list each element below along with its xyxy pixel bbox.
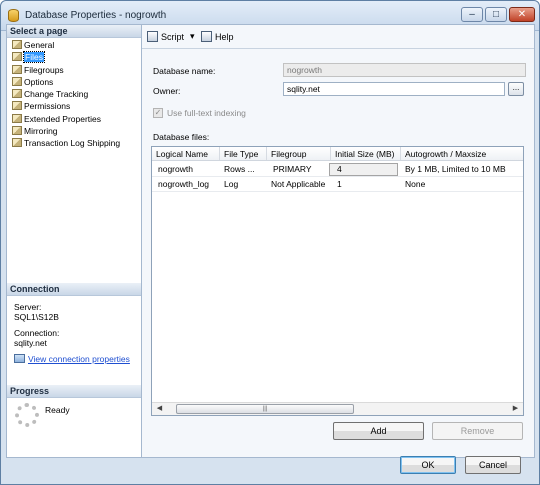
scroll-right-icon[interactable]: ▶ (509, 403, 522, 415)
help-button[interactable]: Help (201, 31, 234, 42)
cell-file-type[interactable]: Log (220, 177, 267, 191)
column-autogrowth[interactable]: Autogrowth / Maxsize (401, 147, 523, 160)
cell-autogrowth[interactable]: By 1 MB, Limited to 10 MB (401, 162, 523, 176)
page-item-general[interactable]: General (7, 39, 141, 51)
page-item-change-tracking[interactable]: Change Tracking (7, 88, 141, 100)
toolbar: Script ▾ Help (142, 25, 534, 49)
database-icon (8, 9, 19, 22)
server-value: SQL1\S12B (14, 312, 59, 322)
page-item-transaction-log-shipping[interactable]: Transaction Log Shipping (7, 137, 141, 149)
page-list: General Files Filegroups Options Change … (7, 38, 141, 150)
cell-autogrowth[interactable]: None (401, 177, 523, 191)
script-button[interactable]: Script (147, 31, 184, 42)
page-icon (12, 89, 22, 99)
remove-button[interactable]: Remove (432, 422, 523, 440)
cell-initial-size[interactable]: 4 (333, 162, 393, 176)
page-icon (12, 64, 22, 74)
page-label: Permissions (24, 101, 71, 112)
database-files-label: Database files: (153, 132, 210, 142)
help-icon (201, 31, 212, 42)
page-label: Transaction Log Shipping (24, 138, 121, 149)
page-icon (12, 52, 22, 62)
connection-header: Connection (7, 283, 141, 296)
browse-owner-button[interactable]: ... (508, 82, 524, 96)
page-label: Options (24, 76, 54, 87)
page-item-filegroups[interactable]: Filegroups (7, 64, 141, 76)
server-label: Server: (14, 302, 42, 312)
page-item-files[interactable]: Files (7, 51, 141, 64)
page-label: Change Tracking (24, 89, 89, 100)
page-icon (12, 76, 22, 86)
page-icon (12, 113, 22, 123)
progress-status: Ready (45, 405, 70, 415)
cell-filegroup[interactable]: Not Applicable (267, 177, 331, 191)
maximize-button[interactable]: □ (485, 7, 507, 22)
window-title: Database Properties - nogrowth (25, 10, 167, 21)
grid-header: Logical Name File Type Filegroup Initial… (152, 147, 523, 161)
database-properties-window: Database Properties - nogrowth ‒ □ ✕ Sel… (0, 0, 540, 485)
close-button[interactable]: ✕ (509, 7, 535, 22)
cell-initial-size[interactable]: 1 (333, 177, 393, 191)
connection-properties-icon (14, 354, 25, 363)
page-label: Files (23, 51, 45, 64)
cell-filegroup[interactable]: PRIMARY (269, 162, 331, 176)
script-dropdown-icon[interactable]: ▾ (190, 31, 195, 42)
scroll-left-icon[interactable]: ◀ (153, 403, 166, 415)
database-name-label: Database name: (153, 66, 216, 76)
column-file-type[interactable]: File Type (220, 147, 267, 160)
page-icon (12, 101, 22, 111)
minimize-button[interactable]: ‒ (461, 7, 483, 22)
cell-logical-name[interactable]: nogrowth_log (154, 177, 220, 191)
connection-label: Connection: (14, 328, 60, 338)
column-initial-size[interactable]: Initial Size (MB) (331, 147, 401, 160)
page-icon (12, 138, 22, 148)
view-connection-properties-link[interactable]: View connection properties (28, 354, 130, 364)
page-item-options[interactable]: Options (7, 76, 141, 88)
column-filegroup[interactable]: Filegroup (267, 147, 331, 160)
page-label: Mirroring (24, 126, 58, 137)
cancel-button[interactable]: Cancel (465, 456, 521, 474)
database-name-field: nogrowth (283, 63, 526, 77)
page-item-permissions[interactable]: Permissions (7, 100, 141, 112)
connection-value: sqlity.net (14, 338, 47, 348)
horizontal-scrollbar[interactable]: ◀ ||| ▶ (152, 402, 523, 415)
fulltext-checkbox: ✓ (153, 108, 163, 118)
owner-label: Owner: (153, 86, 181, 96)
page-icon (12, 126, 22, 136)
ok-button[interactable]: OK (400, 456, 456, 474)
table-row[interactable]: nogrowth Rows ... PRIMARY 4 By 1 MB, Lim… (152, 162, 523, 177)
add-button[interactable]: Add (333, 422, 424, 440)
progress-spinner-icon (15, 403, 39, 427)
script-icon (147, 31, 158, 42)
page-item-extended-properties[interactable]: Extended Properties (7, 113, 141, 125)
scrollbar-thumb[interactable]: ||| (176, 404, 354, 414)
page-item-mirroring[interactable]: Mirroring (7, 125, 141, 137)
page-icon (12, 40, 22, 49)
connection-section: Connection Server: SQL1\S12B Connection:… (7, 283, 141, 364)
progress-header: Progress (7, 385, 141, 398)
owner-field[interactable]: sqlity.net (283, 82, 505, 96)
database-files-grid[interactable]: Logical Name File Type Filegroup Initial… (151, 146, 524, 416)
view-connection-properties[interactable]: View connection properties (14, 354, 134, 364)
help-label: Help (215, 32, 234, 42)
table-row[interactable]: nogrowth_log Log Not Applicable 1 None (152, 177, 523, 192)
progress-section: Progress Ready (7, 385, 141, 427)
cell-file-type[interactable]: Rows ... (220, 162, 267, 176)
page-label: General (24, 40, 55, 50)
select-page-header: Select a page (7, 25, 141, 38)
page-label: Filegroups (24, 64, 64, 75)
script-label: Script (161, 32, 185, 42)
left-pane: Select a page General Files Filegroups O… (6, 24, 142, 458)
fulltext-label: Use full-text indexing (167, 108, 246, 118)
page-label: Extended Properties (24, 113, 102, 124)
column-logical-name[interactable]: Logical Name (152, 147, 220, 160)
right-pane: Script ▾ Help Database name: nogrowth Ow… (142, 24, 535, 458)
cell-logical-name[interactable]: nogrowth (154, 162, 220, 176)
